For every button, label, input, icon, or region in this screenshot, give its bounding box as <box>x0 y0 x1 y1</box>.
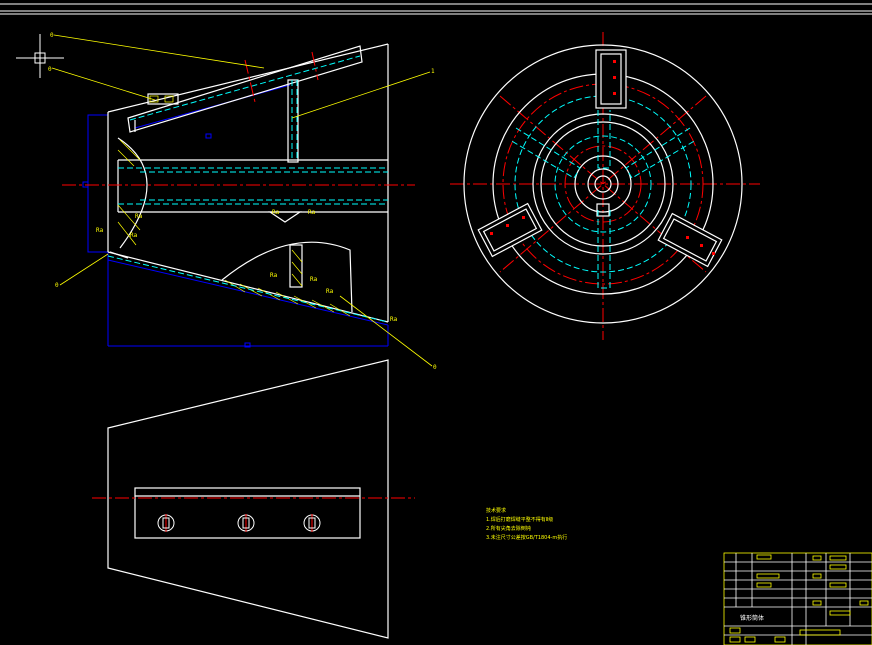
bolt-holes <box>157 514 321 532</box>
technical-notes: 技术要求 1.焊后打磨焊缝平整不得有Ⅱ级 2.所有尖角去除倒钝 3.未注尺寸公差… <box>486 507 567 543</box>
title-block: 锥形筒体 <box>723 552 872 645</box>
svg-text:Ra: Ra <box>272 209 280 216</box>
callout-5: 0 <box>433 364 437 371</box>
center-line <box>62 51 415 186</box>
ucs-icon <box>16 34 64 78</box>
cad-drawing-canvas: Ra Ra Ra Ra Ra Ra Ra Ra Ra 0 0 1 0 0 锥形筒… <box>0 3 872 645</box>
drawing-name: 锥形筒体 <box>740 614 764 622</box>
side-section-view: Ra Ra Ra Ra Ra Ra Ra Ra Ra 0 0 1 0 0 <box>48 32 437 371</box>
callout-4: 0 <box>55 282 59 289</box>
svg-text:Ra: Ra <box>135 213 143 220</box>
callout-1: 0 <box>50 32 54 39</box>
hatched-welds: Ra Ra Ra Ra Ra Ra Ra Ra Ra <box>96 95 398 323</box>
tech-notes-heading: 技术要求 <box>486 508 507 514</box>
tech-note-line: 2.所有尖角去除倒钝 <box>486 526 531 532</box>
end-view <box>450 32 760 340</box>
svg-text:Ra: Ra <box>310 276 318 283</box>
svg-text:Ra: Ra <box>390 316 398 323</box>
bottom-view <box>92 359 415 639</box>
svg-text:Ra: Ra <box>96 227 104 234</box>
callout-2: 0 <box>48 66 52 73</box>
svg-text:Ra: Ra <box>326 288 334 295</box>
drawing-frame <box>0 3 872 15</box>
svg-text:Ra: Ra <box>130 232 138 239</box>
cone-outline <box>107 43 389 323</box>
tech-note-line: 1.焊后打磨焊缝平整不得有Ⅱ级 <box>486 517 554 523</box>
svg-text:Ra: Ra <box>308 209 316 216</box>
tech-note-line: 3.未注尺寸公差按GB/T1804-m执行 <box>486 535 568 541</box>
callout-3: 1 <box>431 68 435 75</box>
mounting-pads <box>477 49 723 268</box>
svg-text:Ra: Ra <box>270 272 278 279</box>
